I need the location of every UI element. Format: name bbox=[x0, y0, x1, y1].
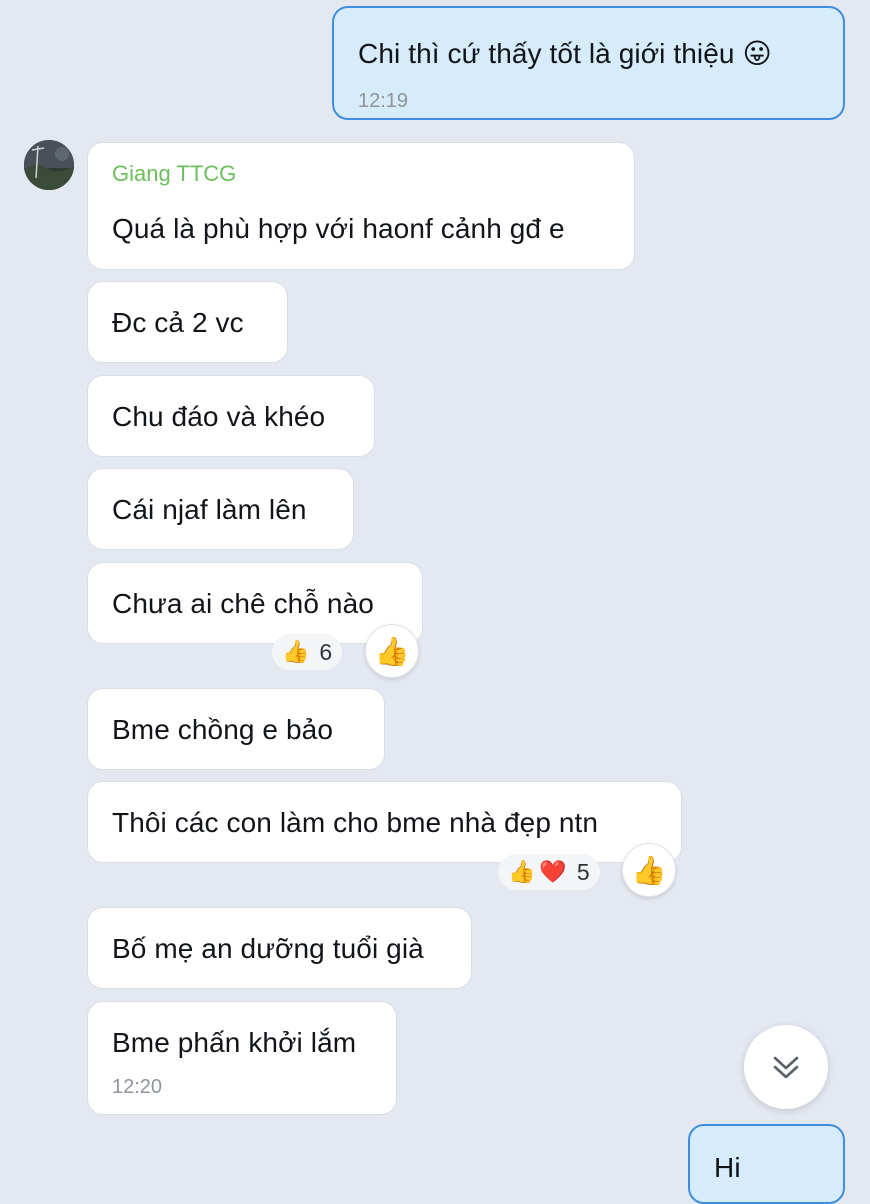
reaction-summary[interactable]: 👍 6 bbox=[272, 634, 343, 670]
add-reaction-button[interactable]: 👍 bbox=[365, 624, 419, 678]
message-text: Bố mẹ an dưỡng tuổi già bbox=[112, 933, 424, 964]
message-text: Bme chồng e bảo bbox=[112, 714, 333, 745]
thumbs-up-icon: 👍 bbox=[374, 635, 410, 667]
outgoing-message[interactable]: Hi bbox=[688, 1124, 845, 1204]
outgoing-message[interactable]: Chi thì cứ thấy tốt là giới thiệu 😛 12:1… bbox=[332, 6, 845, 120]
message-text: Chưa ai chê chỗ nào bbox=[112, 588, 374, 619]
incoming-message[interactable]: Thôi các con làm cho bme nhà đẹp ntn bbox=[87, 781, 682, 863]
heart-icon: ❤️ bbox=[539, 859, 567, 884]
message-text: Đc cả 2 vc bbox=[112, 307, 244, 338]
incoming-message[interactable]: Bố mẹ an dưỡng tuổi già bbox=[87, 907, 472, 989]
avatar-image bbox=[24, 140, 74, 190]
message-text: Chi thì cứ thấy tốt là giới thiệu 😛 bbox=[358, 38, 772, 69]
reaction-summary[interactable]: 👍 ❤️ 5 bbox=[498, 854, 600, 890]
sender-name[interactable]: Giang TTCG bbox=[112, 161, 236, 187]
message-text: Cái njaf làm lên bbox=[112, 494, 307, 525]
thumbs-up-icon: 👍 bbox=[282, 639, 310, 664]
message-time: 12:19 bbox=[358, 90, 409, 112]
message-time: 12:20 bbox=[112, 1076, 163, 1098]
sender-avatar[interactable] bbox=[24, 140, 74, 190]
thumbs-up-icon: 👍 bbox=[508, 859, 536, 884]
message-text: Bme phấn khởi lắm bbox=[112, 1027, 357, 1058]
incoming-message[interactable]: Chu đáo và khéo bbox=[87, 375, 375, 457]
reaction-count: 6 bbox=[319, 638, 333, 665]
message-text: Hi bbox=[714, 1152, 741, 1183]
incoming-message[interactable]: Cái njaf làm lên bbox=[87, 468, 354, 550]
thumbs-up-icon: 👍 bbox=[631, 854, 667, 886]
message-text: Chu đáo và khéo bbox=[112, 401, 326, 432]
message-text: Quá là phù hợp với haonf cảnh gđ e bbox=[112, 213, 565, 244]
incoming-message[interactable]: Đc cả 2 vc bbox=[87, 281, 288, 363]
message-text: Thôi các con làm cho bme nhà đẹp ntn bbox=[112, 807, 599, 838]
double-chevron-down-icon bbox=[773, 1056, 799, 1079]
scroll-to-bottom-button[interactable] bbox=[744, 1025, 828, 1109]
reaction-count: 5 bbox=[576, 858, 590, 885]
add-reaction-button[interactable]: 👍 bbox=[622, 843, 676, 897]
incoming-message[interactable]: Giang TTCG Quá là phù hợp với haonf cảnh… bbox=[87, 142, 635, 270]
incoming-message[interactable]: Bme chồng e bảo bbox=[87, 688, 385, 770]
incoming-message[interactable]: Bme phấn khởi lắm 12:20 bbox=[87, 1001, 397, 1115]
